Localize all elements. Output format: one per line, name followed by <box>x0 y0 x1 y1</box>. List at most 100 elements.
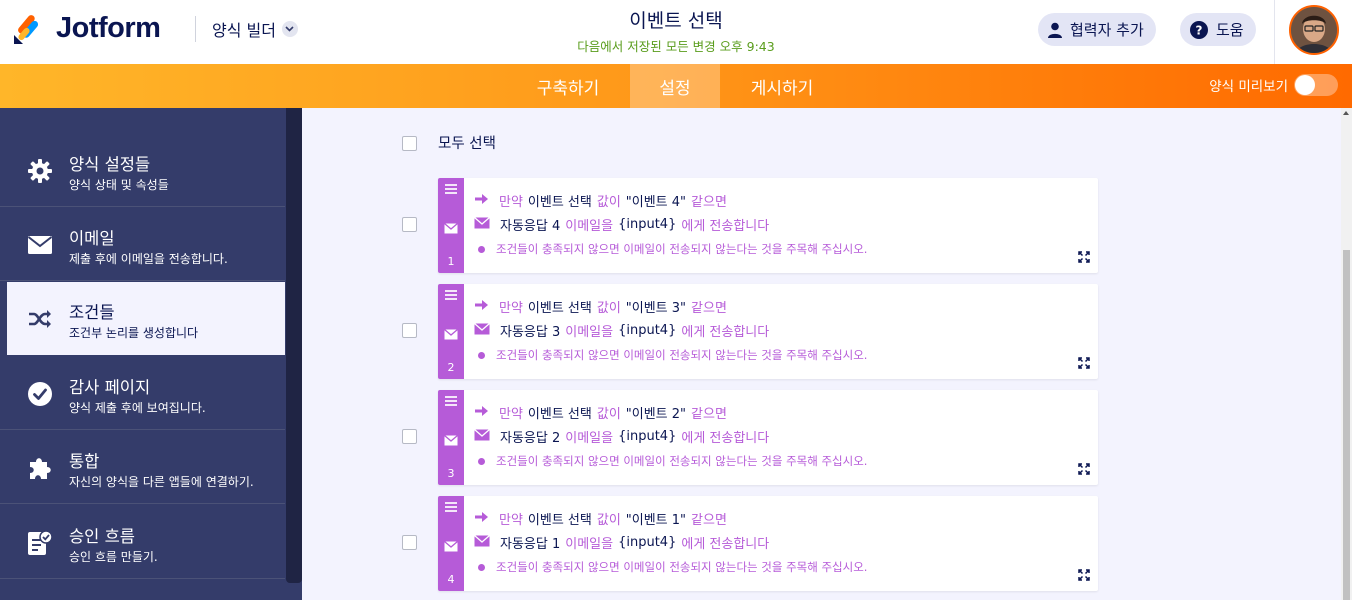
condition-action-row: 자동응답 4 이메일을 {input4} 에게 전송합니다 <box>474 215 769 234</box>
condition-type-strip: 4 <box>438 496 464 591</box>
help-button[interactable]: ? 도움 <box>1180 13 1256 46</box>
sidebar-item-desc: 양식 제출 후에 보여집니다. <box>69 401 206 415</box>
bullet-icon <box>478 563 485 571</box>
if-keyword: 만약 <box>499 513 523 528</box>
arrow-right-icon <box>474 511 489 527</box>
puzzle-icon <box>27 455 53 481</box>
envelope-icon <box>27 232 53 258</box>
condition-action-row: 자동응답 1 이메일을 {input4} 에게 전송합니다 <box>474 533 769 552</box>
drag-handle-icon[interactable] <box>445 396 457 406</box>
email-name: 자동응답 3 <box>500 325 561 340</box>
user-icon <box>1048 22 1062 38</box>
condition-card[interactable]: 3 만약 이벤트 선택 값이 "이벤트 2" 같으면 자동응답 2 이메일을 {… <box>438 390 1098 485</box>
value-keyword: 값이 <box>596 301 621 316</box>
add-collaborator-button[interactable]: 협력자 추가 <box>1038 13 1156 46</box>
email-recipient: {input4} <box>618 429 677 444</box>
condition-field: 이벤트 선택 <box>527 195 592 210</box>
sidebar-item-emails[interactable]: 이메일 제출 후에 이메일을 전송합니다. <box>0 208 285 281</box>
sidebar-item-desc: 제출 후에 이메일을 전송합니다. <box>69 252 228 266</box>
sidebar-item-desc: 양식 상태 및 속성들 <box>69 178 169 192</box>
tab-settings[interactable]: 설정 <box>630 64 720 108</box>
tab-publish[interactable]: 게시하기 <box>730 64 834 108</box>
sidebar-item-title: 이메일 <box>69 229 115 248</box>
form-preview-toggle[interactable] <box>1294 74 1338 96</box>
arrow-right-icon <box>474 299 489 315</box>
bullet-icon <box>478 457 485 465</box>
equals-keyword: 같으면 <box>691 195 727 210</box>
expand-icon[interactable] <box>1078 354 1090 373</box>
condition-if-row: 만약 이벤트 선택 값이 "이벤트 2" 같으면 <box>474 403 727 422</box>
expand-icon[interactable] <box>1078 566 1090 585</box>
expand-icon[interactable] <box>1078 460 1090 479</box>
scroll-up-arrow-icon[interactable] <box>1343 111 1349 115</box>
condition-card[interactable]: 2 만약 이벤트 선택 값이 "이벤트 3" 같으면 자동응답 3 이메일을 {… <box>438 284 1098 379</box>
sidebar-item-title: 조건들 <box>69 303 115 322</box>
expand-icon[interactable] <box>1078 248 1090 267</box>
equals-keyword: 같으면 <box>691 513 727 528</box>
drag-handle-icon[interactable] <box>445 184 457 194</box>
select-all-label: 모두 선택 <box>438 136 496 152</box>
sidebar-item-thank-you-page[interactable]: 감사 페이지 양식 제출 후에 보여집니다. <box>0 357 285 430</box>
envelope-icon <box>444 219 458 238</box>
avatar-divider <box>1274 0 1275 64</box>
condition-action-row: 자동응답 3 이메일을 {input4} 에게 전송합니다 <box>474 321 769 340</box>
condition-checkbox[interactable] <box>402 323 417 338</box>
sidebar-item-title: 승인 흐름 <box>69 527 135 546</box>
select-all-checkbox[interactable] <box>402 136 417 151</box>
condition-field: 이벤트 선택 <box>527 513 592 528</box>
sidebar-scrollbar[interactable] <box>286 108 302 583</box>
drag-handle-icon[interactable] <box>445 290 457 300</box>
sidebar-item-approval-flows[interactable]: 승인 흐름 승인 흐름 만들기. <box>0 506 285 579</box>
condition-checkbox[interactable] <box>402 535 417 550</box>
envelope-icon <box>474 322 490 339</box>
sidebar-item-integrations[interactable]: 통합 자신의 양식을 다른 앱들에 연결하기. <box>0 431 285 504</box>
condition-number: 3 <box>447 467 455 480</box>
email-name: 자동응답 1 <box>500 537 561 552</box>
send-keyword: 에게 전송합니다 <box>681 431 770 446</box>
condition-checkbox[interactable] <box>402 217 417 232</box>
condition-if-row: 만약 이벤트 선택 값이 "이벤트 3" 같으면 <box>474 297 727 316</box>
drag-handle-icon[interactable] <box>445 502 457 512</box>
condition-value: "이벤트 1" <box>625 513 687 528</box>
sidebar-item-form-settings[interactable]: 양식 설정들 양식 상태 및 속성들 <box>0 134 285 207</box>
tab-build[interactable]: 구축하기 <box>516 64 620 108</box>
condition-card[interactable]: 4 만약 이벤트 선택 값이 "이벤트 1" 같으면 자동응답 1 이메일을 {… <box>438 496 1098 591</box>
email-keyword: 이메일을 <box>565 431 614 446</box>
help-icon: ? <box>1190 20 1208 39</box>
value-keyword: 값이 <box>596 195 621 210</box>
gear-icon <box>27 158 53 184</box>
condition-note: 조건들이 충족되지 않으면 이메일이 전송되지 않는다는 것을 주목해 주십시오… <box>496 560 868 574</box>
add-collaborator-label: 협력자 추가 <box>1070 21 1144 39</box>
bullet-icon <box>478 351 485 359</box>
sidebar-item-conditions[interactable]: 조건들 조건부 논리를 생성합니다 <box>7 282 285 355</box>
condition-type-strip: 1 <box>438 178 464 273</box>
condition-note: 조건들이 충족되지 않으면 이메일이 전송되지 않는다는 것을 주목해 주십시오… <box>496 454 868 468</box>
shuffle-icon <box>27 306 53 332</box>
condition-field: 이벤트 선택 <box>527 407 592 422</box>
sidebar-item-title: 감사 페이지 <box>69 378 151 397</box>
condition-note-row: 조건들이 충족되지 않으면 이메일이 전송되지 않는다는 것을 주목해 주십시오… <box>474 347 867 363</box>
sidebar-item-title: 통합 <box>69 452 100 471</box>
condition-value: "이벤트 2" <box>625 407 687 422</box>
top-header: Jotform 양식 빌더 이벤트 선택 다음에서 저장된 모든 변경 오후 9… <box>0 0 1352 64</box>
equals-keyword: 같으면 <box>691 407 727 422</box>
email-keyword: 이메일을 <box>565 219 614 234</box>
equals-keyword: 같으면 <box>691 301 727 316</box>
condition-checkbox[interactable] <box>402 429 417 444</box>
condition-action-row: 자동응답 2 이메일을 {input4} 에게 전송합니다 <box>474 427 769 446</box>
svg-text:?: ? <box>1196 23 1203 37</box>
condition-value: "이벤트 3" <box>625 301 687 316</box>
condition-type-strip: 2 <box>438 284 464 379</box>
value-keyword: 값이 <box>596 407 621 422</box>
check-circle-icon <box>27 381 53 407</box>
if-keyword: 만약 <box>499 407 523 422</box>
condition-field: 이벤트 선택 <box>527 301 592 316</box>
user-avatar[interactable] <box>1289 5 1339 55</box>
condition-card[interactable]: 1 만약 이벤트 선택 값이 "이벤트 4" 같으면 자동응답 4 이메일을 {… <box>438 178 1098 273</box>
page-scrollbar-thumb[interactable] <box>1343 250 1350 600</box>
send-keyword: 에게 전송합니다 <box>681 537 770 552</box>
help-label: 도움 <box>1216 21 1244 39</box>
sidebar-item-desc: 자신의 양식을 다른 앱들에 연결하기. <box>69 475 254 489</box>
if-keyword: 만약 <box>499 195 523 210</box>
condition-number: 1 <box>447 255 455 268</box>
